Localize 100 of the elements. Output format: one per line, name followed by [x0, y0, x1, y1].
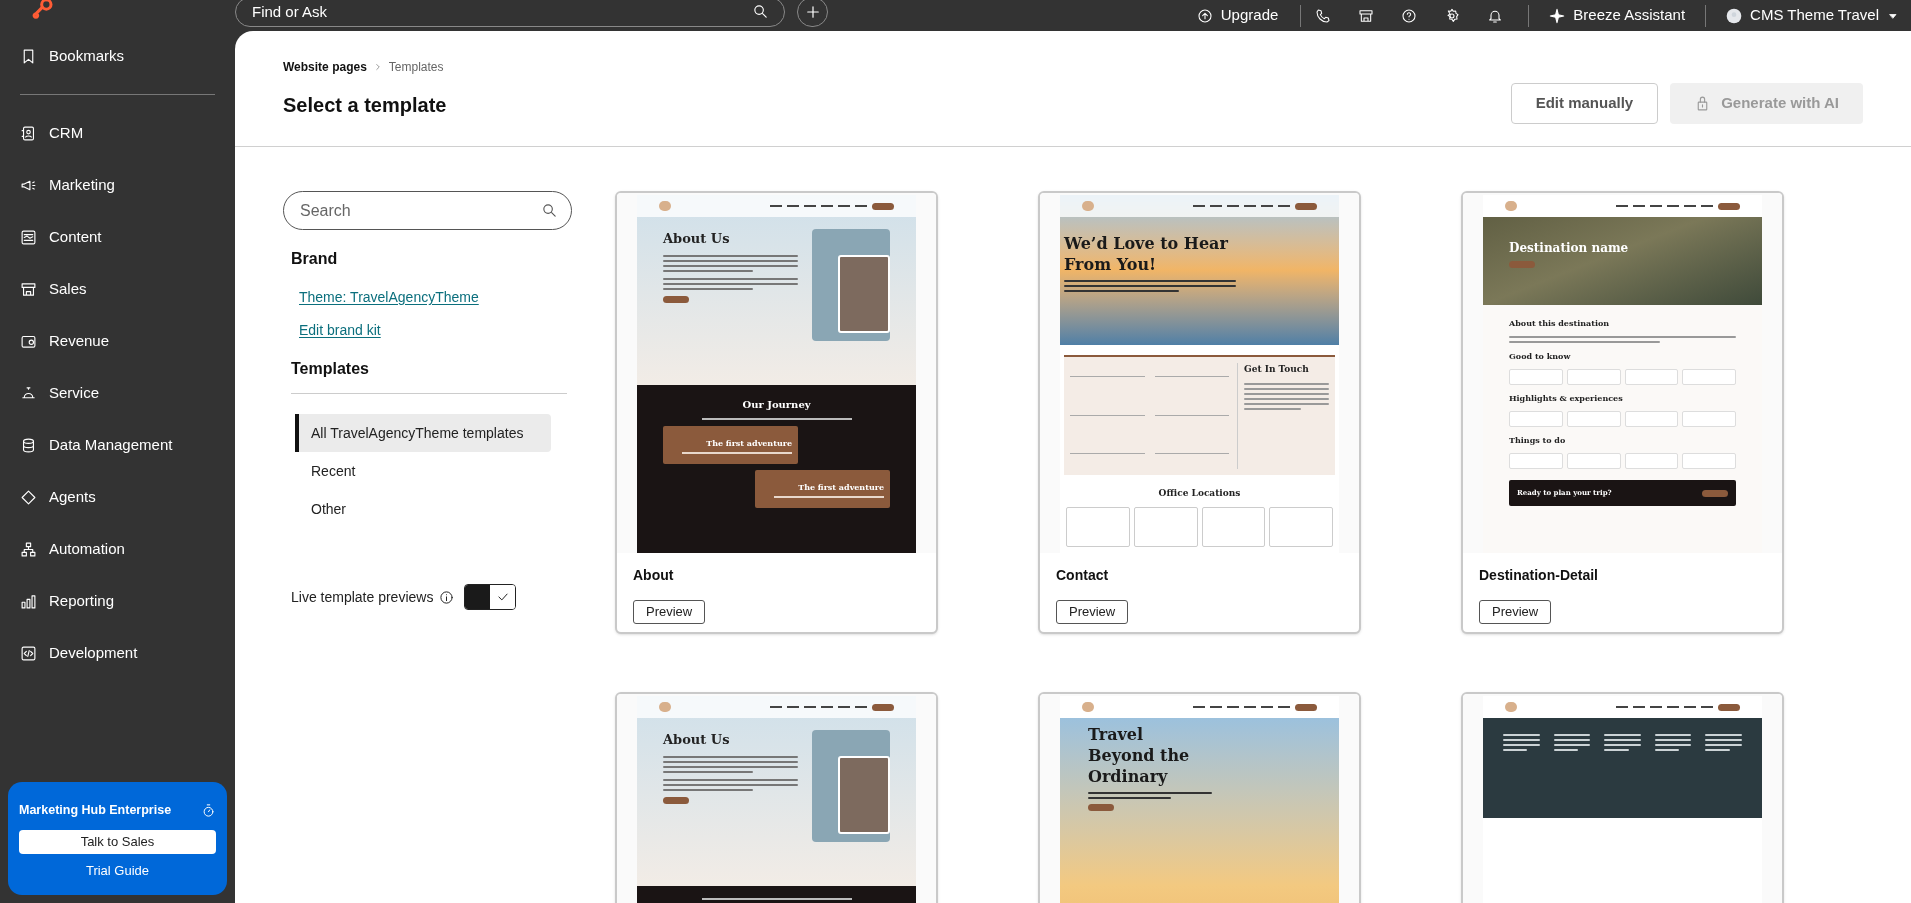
info-card	[1682, 369, 1736, 385]
nav-item[interactable]: Sales	[0, 276, 235, 302]
nav-item[interactable]: Content	[0, 224, 235, 250]
nav-item[interactable]: Reporting	[0, 588, 235, 614]
breadcrumb-link[interactable]: Website pages	[283, 58, 367, 76]
preview-button[interactable]: Preview	[633, 600, 706, 624]
brand-link[interactable]: Theme: TravelAgencyTheme	[299, 287, 479, 308]
category-item[interactable]: Recent	[295, 452, 551, 490]
bar-chart-icon	[20, 592, 37, 610]
code-icon	[20, 644, 37, 662]
template-card[interactable]: Travel Beyond the Ordinary	[1038, 692, 1361, 903]
logo-icon	[1082, 201, 1094, 211]
preview-button[interactable]: Preview	[1479, 600, 1552, 624]
template-card[interactable]: About Us Our Journey The first adventure The first adventure About Preview	[615, 191, 938, 634]
info-icon	[439, 589, 455, 605]
template-card[interactable]: We’d Love to Hear From You! Get In Touch Office Locations Contact Preview	[1038, 191, 1361, 634]
preview-heading: Destination name	[1509, 240, 1630, 257]
logo-icon	[659, 702, 671, 712]
nav-item[interactable]: Development	[0, 640, 235, 666]
nav-item[interactable]: Service	[0, 380, 235, 406]
cta-pill	[1088, 804, 1114, 811]
category-item[interactable]: All TravelAgencyTheme templates	[295, 414, 551, 452]
avatar-icon	[1726, 7, 1743, 24]
nav-pill	[1718, 202, 1740, 210]
search-icon	[752, 2, 769, 20]
diamond-icon	[20, 488, 37, 506]
preview-heading: About Us	[663, 731, 731, 749]
search-field[interactable]: Find or Ask	[235, 0, 785, 27]
template-name: Destination-Detail	[1479, 566, 1598, 585]
preview-heading: Things to do	[1509, 434, 1567, 446]
preview-heading: The first adventure	[798, 480, 884, 493]
text-lines	[1654, 734, 1692, 751]
info-card	[1624, 453, 1679, 469]
preview-heading: Our Journey	[742, 398, 811, 412]
nav-item[interactable]: Agents	[0, 484, 235, 510]
live-previews-label: Live template previews	[291, 587, 434, 607]
store-icon	[1357, 7, 1374, 24]
edit-manually-button[interactable]: Edit manually	[1510, 83, 1659, 124]
phone-icon	[1314, 7, 1331, 24]
upgrade-button[interactable]: Upgrade	[1196, 4, 1301, 27]
template-name: About	[633, 566, 674, 585]
account-menu[interactable]: CMS Theme Travel	[1706, 4, 1899, 27]
office-card	[1066, 506, 1130, 547]
info-card	[1566, 453, 1621, 469]
nav-item[interactable]: Automation	[0, 536, 235, 562]
help-icon	[1400, 7, 1417, 24]
brand-heading: Brand	[291, 249, 339, 269]
nav-pill	[1295, 703, 1317, 711]
talk-to-sales-button[interactable]: Talk to Sales	[19, 829, 216, 854]
template-card[interactable]: About Us	[615, 692, 938, 903]
text-lines	[1604, 734, 1641, 751]
logo-icon	[1082, 702, 1094, 712]
nav-item[interactable]: Revenue	[0, 328, 235, 354]
logo-icon	[1505, 702, 1517, 712]
logo-icon	[1505, 201, 1517, 211]
search-field[interactable]: Search	[283, 191, 572, 230]
info-card	[1624, 369, 1679, 385]
info-card	[1682, 411, 1736, 427]
preview-heading: The first adventure	[706, 436, 792, 449]
info-card	[1566, 411, 1621, 427]
arrow-up-circle-icon	[1196, 7, 1213, 24]
breadcrumb-link[interactable]: Templates	[388, 58, 444, 76]
nav-item[interactable]: Data Management	[0, 432, 235, 458]
preview-heading: Highlights & experiences	[1509, 392, 1624, 404]
info-card	[1682, 453, 1736, 469]
cta-pill	[663, 295, 689, 303]
preview-heading: Good to know	[1509, 350, 1572, 362]
nav-pill	[872, 703, 894, 711]
preview-heading: About this destination	[1509, 317, 1611, 329]
templates-heading: Templates	[291, 359, 370, 379]
text-lines	[1705, 734, 1742, 751]
office-card	[1201, 506, 1266, 547]
info-card	[1624, 411, 1679, 427]
nav-item[interactable]: Marketing	[0, 172, 235, 198]
info-card	[1566, 369, 1621, 385]
preview-heading: Office Locations	[1158, 487, 1241, 500]
contacts-icon	[20, 124, 37, 142]
database-icon	[20, 436, 37, 454]
category-item[interactable]: Other	[295, 490, 551, 528]
info-card	[1509, 369, 1563, 385]
cta-pill	[1509, 261, 1535, 268]
hierarchy-icon	[20, 540, 37, 558]
preview-heading: We’d Love to Hear From You!	[1064, 233, 1229, 275]
office-card	[1269, 506, 1333, 547]
preview-heading: Get In Touch	[1244, 363, 1310, 376]
page-title: Select a template	[283, 93, 447, 118]
preview-button[interactable]: Preview	[1056, 600, 1129, 624]
nav-item[interactable]: Bookmarks	[0, 43, 235, 69]
cta-pill	[1702, 489, 1728, 497]
assistant-button[interactable]: Breeze Assistant	[1529, 4, 1706, 27]
live-previews-toggle[interactable]	[464, 584, 517, 610]
brand-link[interactable]: Edit brand kit	[299, 320, 381, 341]
office-card	[1133, 506, 1198, 547]
logo-icon	[659, 201, 671, 211]
info-card	[1509, 411, 1563, 427]
trial-guide-link[interactable]: Trial Guide	[85, 860, 150, 881]
nav-pill	[872, 202, 894, 210]
nav-item[interactable]: CRM	[0, 120, 235, 146]
nav-pill	[1718, 703, 1740, 711]
trial-title: Marketing Hub Enterprise	[19, 802, 172, 819]
